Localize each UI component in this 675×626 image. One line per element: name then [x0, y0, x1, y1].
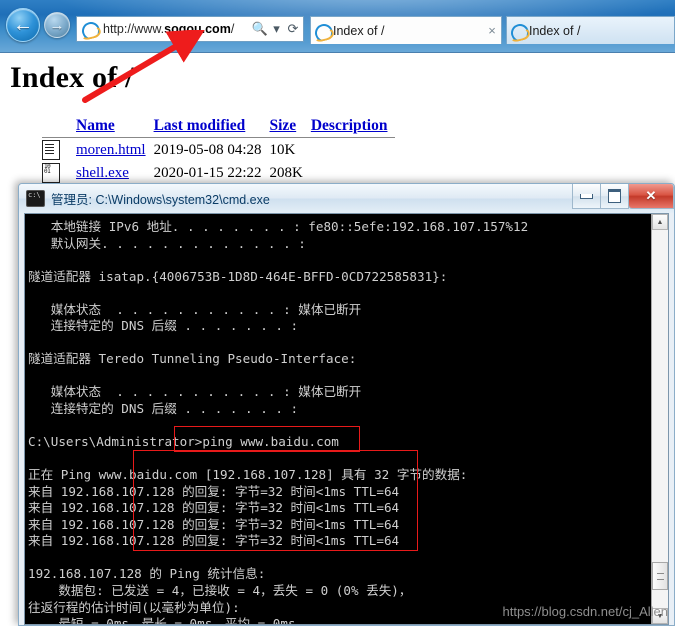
- cmd-console-icon: [26, 190, 45, 207]
- watermark-text: https://blog.csdn.net/cj_Allen: [502, 604, 669, 619]
- console-line: 默认网关. . . . . . . . . . . . . :: [28, 235, 306, 251]
- file-description-cell: [311, 139, 396, 162]
- column-header-last-modified[interactable]: Last modified: [154, 117, 270, 138]
- browser-chrome: ← → http://www.sogou.com/ 🔍 ▾ ⟳ Index of…: [0, 0, 675, 52]
- forward-arrow-icon: →: [49, 16, 65, 34]
- file-description-cell: [311, 162, 396, 185]
- console-line: 来自 192.168.107.128 的回复: 字节=32 时间<1ms TTL…: [28, 483, 400, 499]
- cmd-body: 本地链接 IPv6 地址. . . . . . . . : fe80::5efe…: [24, 213, 669, 625]
- scroll-up-icon[interactable]: ▲: [652, 214, 668, 230]
- tab-label: Index of /: [529, 23, 581, 38]
- console-line: 媒体状态 . . . . . . . . . . . : 媒体已断开: [28, 384, 362, 400]
- chevron-down-icon[interactable]: ▾: [270, 21, 283, 37]
- tab-label: Index of /: [333, 23, 385, 38]
- window-controls: ✕: [572, 184, 674, 209]
- console-line: 192.168.107.128 的 Ping 统计信息:: [28, 566, 266, 582]
- document-file-icon: [42, 139, 76, 162]
- binary-file-icon: [42, 162, 76, 185]
- address-bar[interactable]: http://www.sogou.com/ 🔍 ▾ ⟳: [76, 16, 304, 42]
- column-header-size[interactable]: Size: [270, 117, 311, 138]
- console-scrollbar[interactable]: ▲ ▼: [651, 214, 668, 624]
- console-line: 来自 192.168.107.128 的回复: 字节=32 时间<1ms TTL…: [28, 500, 400, 516]
- cmd-window-title: 管理员: C:\Windows\system32\cmd.exe: [51, 193, 270, 207]
- refresh-icon[interactable]: ⟳: [283, 21, 303, 37]
- listing-header-row: Name Last modified Size Description: [42, 117, 395, 138]
- console-line: 来自 192.168.107.128 的回复: 字节=32 时间<1ms TTL…: [28, 516, 400, 532]
- console-line: 隧道适配器 isatap.{4006753B-1D8D-464E-BFFD-0C…: [28, 268, 448, 284]
- maximize-button[interactable]: [600, 184, 629, 209]
- cmd-console-output[interactable]: 本地链接 IPv6 地址. . . . . . . . : fe80::5efe…: [25, 214, 651, 624]
- console-line: 来自 192.168.107.128 的回复: 字节=32 时间<1ms TTL…: [28, 533, 400, 549]
- forward-button[interactable]: →: [44, 12, 70, 38]
- scrollbar-track[interactable]: [652, 230, 668, 608]
- close-icon[interactable]: ×: [483, 23, 501, 38]
- directory-listing: Name Last modified Size Description more…: [42, 117, 675, 185]
- file-modified-cell: 2020-01-15 22:22: [153, 165, 262, 181]
- console-line: 数据包: 已发送 = 4，已接收 = 4，丢失 = 0 (0% 丢失)，: [28, 583, 412, 599]
- tab-favicon-icon: [507, 22, 529, 40]
- table-row: moren.html 2019-05-08 04:28 10K: [42, 139, 395, 162]
- cmd-title-bar[interactable]: 管理员: C:\Windows\system32\cmd.exe ✕: [19, 184, 674, 213]
- minimize-button[interactable]: [572, 184, 601, 209]
- console-line: 媒体状态 . . . . . . . . . . . : 媒体已断开: [28, 301, 362, 317]
- file-size-cell: 208K: [269, 165, 303, 181]
- column-header-name[interactable]: Name: [76, 117, 154, 138]
- back-arrow-icon: ←: [13, 14, 33, 36]
- address-input[interactable]: http://www.sogou.com/: [100, 22, 250, 36]
- cmd-window[interactable]: 管理员: C:\Windows\system32\cmd.exe ✕ 本地链接 …: [18, 183, 675, 626]
- tab-index-of-1[interactable]: Index of / ×: [310, 16, 502, 44]
- file-name-cell[interactable]: moren.html: [76, 139, 154, 162]
- tab-index-of-2[interactable]: Index of /: [506, 16, 675, 44]
- tab-favicon-icon: [311, 22, 333, 40]
- console-line: 隧道适配器 Teredo Tunneling Pseudo-Interface:: [28, 351, 357, 367]
- search-icon[interactable]: 🔍: [250, 21, 270, 37]
- console-line: 连接特定的 DNS 后缀 . . . . . . . :: [28, 318, 299, 334]
- internet-explorer-icon: [80, 20, 100, 38]
- console-line: 本地链接 IPv6 地址. . . . . . . . : fe80::5efe…: [28, 219, 529, 234]
- console-line: C:\Users\Administrator>ping www.baidu.co…: [28, 434, 339, 450]
- scrollbar-thumb[interactable]: [652, 562, 668, 590]
- file-modified-cell: 2019-05-08 04:28: [153, 142, 262, 158]
- table-row: shell.exe 2020-01-15 22:22 208K: [42, 162, 395, 185]
- file-name-cell[interactable]: shell.exe: [76, 162, 154, 185]
- back-button[interactable]: ←: [6, 8, 40, 42]
- file-size-cell: 10K: [269, 142, 296, 158]
- page-title: Index of /: [10, 61, 134, 94]
- console-line: 正在 Ping www.baidu.com [192.168.107.128] …: [28, 467, 468, 483]
- console-line: 连接特定的 DNS 后缀 . . . . . . . :: [28, 401, 299, 417]
- column-header-description[interactable]: Description: [311, 117, 396, 138]
- close-button[interactable]: ✕: [628, 184, 674, 209]
- icon-column-header: [42, 117, 76, 138]
